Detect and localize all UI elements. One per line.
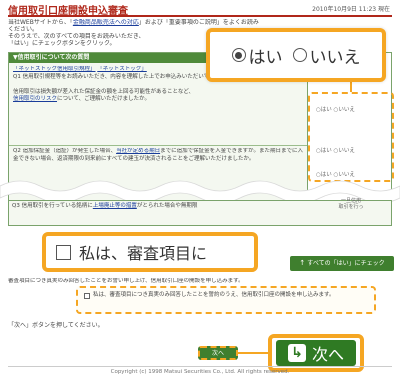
agree-callout-text: 私は、審査項目に [79,244,208,263]
title-divider [8,15,392,17]
question-1-note-2: について、ご理解いただけましたか。 [57,96,150,102]
intro-text: 」および「重要事項のご説明」をよくお読み [138,19,259,26]
timestamp: 2010年10月9日 11:23 現在 [312,6,390,13]
question-3-text: Q3 信用取引を行っている銘柄に [12,203,93,209]
radio-yes[interactable]: はい [231,43,283,68]
callout-connector [238,352,268,354]
footer-divider [8,366,392,367]
intro-line-1: 当社WEBサイトから、「金融商品販売法への対応」および「重要事項のご説明」をよく… [8,19,308,26]
link-margin-rules[interactable]: 「ネットストック信用取引規程」 [13,66,96,72]
agree-small-text: 私は、審査項目につき真実のみ回答したことを誓約のうえ、信用取引口座の開設を申し込… [93,292,335,298]
next-instruction: 「次へ」ボタンを押してください。 [8,322,104,329]
agree-checkbox[interactable] [56,244,71,260]
callout-connector [350,82,352,92]
row-divider [9,145,307,146]
next-button-small[interactable]: 次へ [198,346,238,360]
next-button[interactable]: ↳ 次へ [276,340,356,366]
return-arrow-icon: ↳ [287,344,306,362]
agree-callout: 私は、審査項目に [42,232,258,272]
check-all-yes-label: すべての「はい」にチェック [307,260,385,267]
link-financial-law[interactable]: 金融商品販売法への対応 [73,19,139,26]
radio-no[interactable]: いいえ [292,43,361,68]
radio-no-label: いいえ [309,47,361,68]
agree-highlight-box [76,286,376,314]
up-arrow-icon: ↑ [299,259,306,267]
question-1-note: 信用取引は損失額が差入れた保証金の額を上回る可能性があることなど、 [13,88,195,95]
yesno-radio-q2[interactable]: ○はい ○いいえ [316,146,355,154]
yesno-radio-q1[interactable]: ○はい ○いいえ [316,105,355,113]
question-3-text-2: がとられた場合や無期限 [136,203,198,209]
radio-yes-label: はい [248,47,283,68]
intro-text: 当社WEBサイトから、「 [8,19,73,26]
link-netstock[interactable]: 「ネットストック」 [97,66,147,72]
link-delisting[interactable]: 上場廃止等の措置 [93,203,137,209]
radio-unselected-icon [292,48,307,62]
question-3-note: 一旦信用 取引を行っ [338,198,364,210]
question-2-text: Q2 追加保証金（追証）が発生した場合、 [13,148,117,154]
question-1-text: Q1 信用取引規程等をお読みいただき、内容を理解した上でお申込みいただいています… [13,73,237,80]
check-all-yes-button[interactable]: ↑ すべての「はい」にチェック [290,256,394,271]
question-3: Q3 信用取引を行っている銘柄に上場廃止等の措置がとられた場合や無期限 [12,203,302,210]
declaration-note: 審査項目につき真実のみ回答したことをお誓い申し上げ、信用取引口座の開設を申し込み… [8,278,244,284]
link-margin-risk[interactable]: 信用取引のリスク [13,96,57,102]
link-deadline[interactable]: 当社が定める期日 [116,148,160,154]
copyright: Copyright (c) 1998 Matsui Securities Co.… [110,369,290,375]
yesno-callout: はい いいえ [206,28,386,82]
next-button-label: 次へ [311,345,344,364]
radio-selected-icon [231,48,246,62]
